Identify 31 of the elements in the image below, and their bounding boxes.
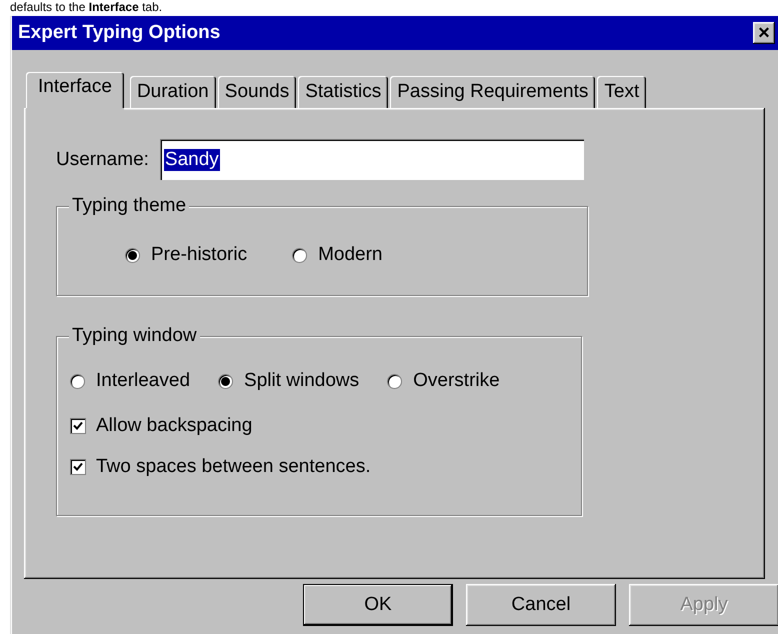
check-icon: [73, 421, 83, 431]
check-icon: [73, 462, 83, 472]
radio-button[interactable]: [292, 248, 308, 262]
window-title: Expert Typing Options: [18, 22, 220, 44]
radio-label: Split windows: [244, 370, 360, 392]
tab[interactable]: Duration: [130, 76, 216, 108]
radio-label: Pre-historic: [151, 244, 248, 266]
radio-label: Interleaved: [96, 370, 190, 392]
radio-button[interactable]: [387, 374, 402, 388]
tab[interactable]: Passing Requirements: [390, 76, 596, 108]
tab[interactable]: Interface: [26, 72, 124, 108]
tab[interactable]: Sounds: [218, 76, 296, 108]
checkbox[interactable]: [70, 418, 86, 434]
radio-button[interactable]: [218, 374, 234, 388]
dialog-button[interactable]: OK: [303, 584, 453, 626]
checkbox[interactable]: [70, 459, 86, 475]
radio-label: Modern: [318, 244, 382, 266]
radio-button[interactable]: [70, 374, 85, 388]
checkbox-label: Allow backspacing: [96, 415, 252, 437]
radio-button[interactable]: [125, 248, 140, 262]
group-label: Typing window: [69, 324, 200, 348]
dialog-button[interactable]: Cancel: [466, 584, 616, 626]
username-label: Username:: [56, 148, 149, 170]
close-button[interactable]: ×: [753, 22, 775, 44]
checkbox-label: Two spaces between sentences.: [96, 456, 371, 478]
username-field[interactable]: Sandy: [160, 139, 584, 180]
caption-text: defaults to the Interface tab.: [10, 0, 162, 14]
tab[interactable]: Text: [597, 76, 646, 108]
group-label: Typing theme: [69, 194, 190, 218]
tab[interactable]: Statistics: [298, 76, 388, 108]
radio-label: Overstrike: [413, 370, 500, 392]
